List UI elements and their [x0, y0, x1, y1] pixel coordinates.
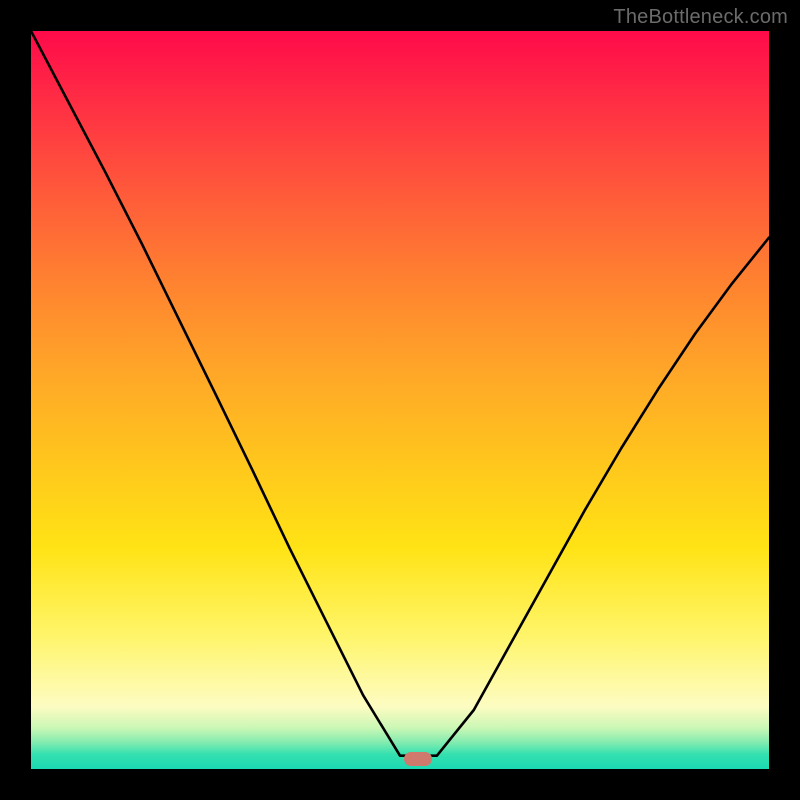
watermark-text: TheBottleneck.com [613, 6, 788, 29]
optimum-marker [404, 752, 432, 766]
curve-layer [31, 31, 769, 769]
plot-area [31, 31, 769, 769]
bottleneck-curve [31, 31, 769, 756]
chart-stage: TheBottleneck.com [0, 0, 800, 800]
